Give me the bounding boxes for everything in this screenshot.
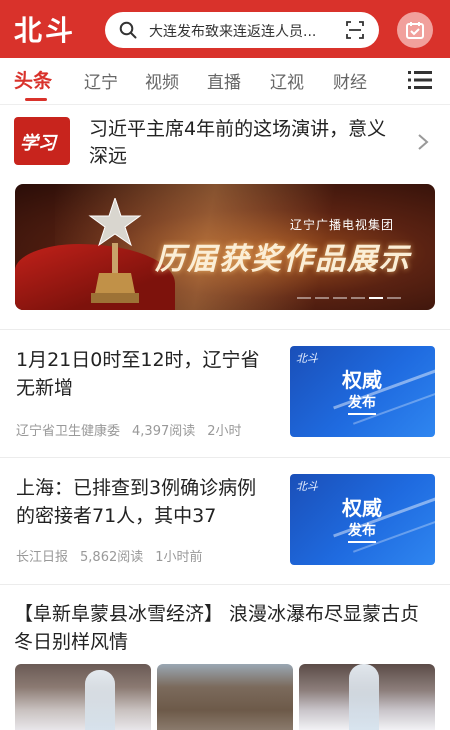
divider bbox=[0, 329, 450, 330]
search-icon bbox=[119, 21, 137, 39]
tab-liaoning[interactable]: 辽宁 bbox=[84, 68, 118, 93]
banner-headline: 历届获奖作品展示 bbox=[155, 242, 411, 277]
news-title: 1月21日0时至12时，辽宁省无新增 bbox=[16, 349, 260, 399]
calendar-button[interactable] bbox=[397, 12, 433, 48]
featured-title: 习近平主席4年前的这场演讲，意义深远 bbox=[89, 118, 387, 167]
carousel-dot[interactable] bbox=[351, 297, 365, 299]
news-meta: 辽宁省卫生健康委 4,397阅读 2小时 bbox=[16, 420, 254, 439]
news-meta: 长江日报 5,862阅读 1小时前 bbox=[16, 546, 215, 565]
search-placeholder: 大连发布致来连返连人员... bbox=[149, 24, 317, 40]
news-reads: 4,397阅读 bbox=[132, 424, 196, 439]
news-thumbnail: 北斗 权威 发布 bbox=[290, 474, 435, 565]
app-logo: 北斗 bbox=[14, 14, 77, 47]
carousel-dot[interactable] bbox=[333, 297, 347, 299]
news-item[interactable]: 上海：已排查到3例确诊病例的密接者71人，其中37 长江日报 5,862阅读 1小时… bbox=[0, 474, 450, 594]
top-header: 北斗 大连发布致来连返连人员... bbox=[0, 0, 450, 58]
tab-video[interactable]: 视频 bbox=[145, 68, 179, 93]
chevron-right-icon bbox=[418, 134, 429, 150]
carousel-dot[interactable] bbox=[387, 297, 401, 299]
trophy-icon bbox=[88, 198, 142, 303]
scan-icon[interactable] bbox=[345, 20, 365, 40]
tab-live[interactable]: 直播 bbox=[207, 68, 241, 93]
thumb-signature: 北斗 bbox=[296, 352, 318, 365]
news-reads: 5,862阅读 bbox=[80, 550, 144, 565]
carousel-dot[interactable] bbox=[297, 297, 311, 299]
feature-article-title[interactable]: 【阜新阜蒙县冰雪经济】 浪漫冰瀑布尽显蒙古贞冬日别样风情 bbox=[14, 600, 438, 656]
tab-liaoshi[interactable]: 辽视 bbox=[270, 68, 304, 93]
xuexi-logo: 学习 bbox=[14, 117, 70, 165]
article-photo[interactable] bbox=[299, 664, 435, 730]
calendar-icon bbox=[406, 22, 424, 39]
banner-org: 辽宁广播电视集团 bbox=[290, 218, 395, 232]
thumb-text-1: 权威 bbox=[342, 496, 382, 520]
search-bar[interactable]: 大连发布致来连返连人员... bbox=[105, 12, 379, 48]
divider bbox=[0, 584, 450, 585]
news-source: 长江日报 bbox=[16, 550, 69, 565]
news-time: 1小时前 bbox=[155, 550, 203, 565]
news-source: 辽宁省卫生健康委 bbox=[16, 424, 121, 439]
divider bbox=[0, 457, 450, 458]
news-thumbnail: 北斗 权威 发布 bbox=[290, 346, 435, 437]
active-tab-indicator bbox=[25, 98, 47, 101]
category-tabs: 头条 辽宁 视频 直播 辽视 财经 bbox=[0, 58, 450, 104]
thumb-text-2: 发布 bbox=[348, 392, 376, 415]
awards-banner[interactable]: 辽宁广播电视集团 历届获奖作品展示 bbox=[15, 184, 435, 310]
featured-article[interactable]: 学习 习近平主席4年前的这场演讲，意义深远 bbox=[0, 110, 450, 174]
article-photo[interactable] bbox=[15, 664, 151, 730]
thumb-text-2: 发布 bbox=[348, 520, 376, 543]
carousel-dot-active[interactable] bbox=[369, 297, 383, 299]
tab-finance[interactable]: 财经 bbox=[333, 68, 367, 93]
article-photo[interactable] bbox=[157, 664, 293, 730]
news-time: 2小时 bbox=[207, 424, 242, 439]
news-item[interactable]: 1月21日0时至12时，辽宁省无新增 辽宁省卫生健康委 4,397阅读 2小时 北斗… bbox=[0, 346, 450, 466]
thumb-signature: 北斗 bbox=[296, 480, 318, 493]
thumb-text-1: 权威 bbox=[342, 368, 382, 392]
news-title: 上海：已排查到3例确诊病例的密接者71人，其中37 bbox=[16, 477, 257, 527]
menu-icon[interactable] bbox=[408, 70, 432, 90]
tab-headlines[interactable]: 头条 bbox=[14, 66, 52, 93]
carousel-dot[interactable] bbox=[315, 297, 329, 299]
tabs-divider bbox=[0, 104, 450, 105]
